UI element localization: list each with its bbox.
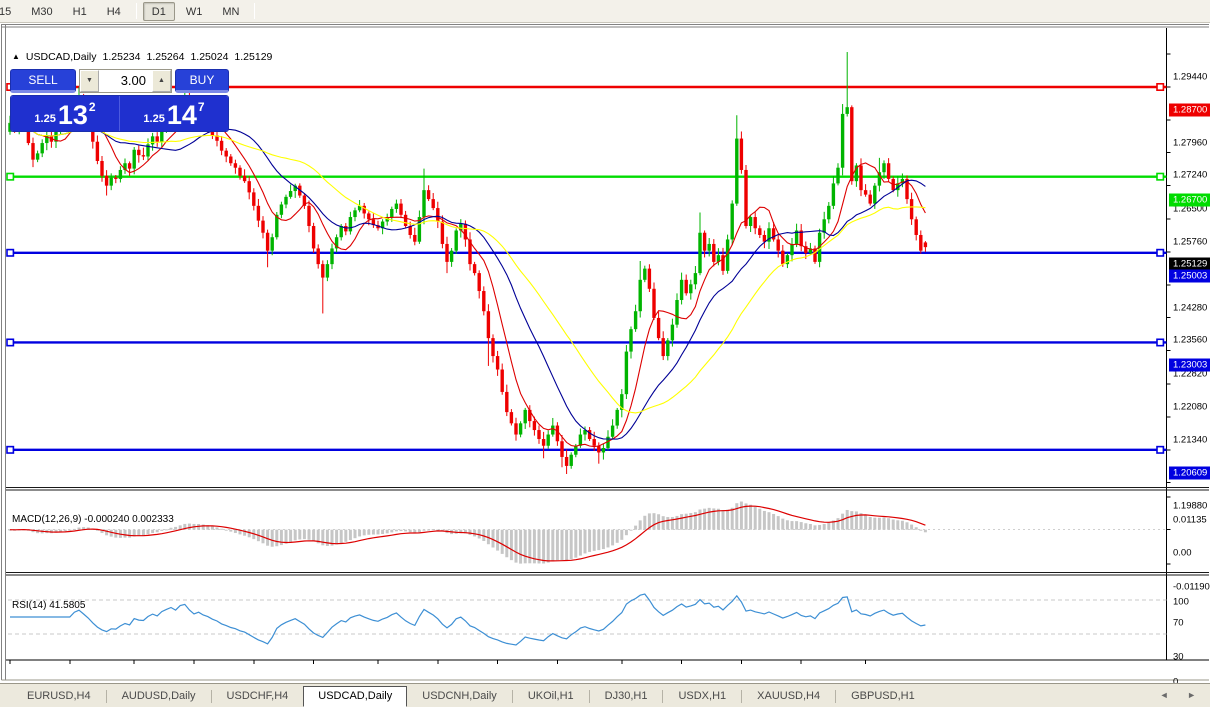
price-axis-tick: 1.27960: [1173, 137, 1208, 149]
timeframe-button-mn[interactable]: MN: [213, 2, 248, 21]
toolbar-separator: [254, 3, 256, 19]
tab-scroll-arrows[interactable]: ◄ ►: [1160, 690, 1204, 700]
collapse-panel-icon[interactable]: ▲: [12, 53, 20, 61]
ask-price-pips: 14: [166, 100, 197, 130]
hline-handle[interactable]: [6, 338, 15, 347]
ohlc-open: 1.25234: [102, 51, 141, 63]
sell-button[interactable]: SELL: [10, 69, 76, 93]
symbol-period-label: USDCAD,Daily: [25, 51, 97, 63]
hline-price-label: 1.25003: [1169, 269, 1210, 283]
hline-price-label: 1.23003: [1169, 358, 1210, 372]
macd-axis-tick: 0.01135: [1173, 514, 1207, 526]
bid-ask-quotes: 1.25 13 2 1.25 14 7: [10, 95, 229, 132]
horizontal-lines[interactable]: [6, 82, 1167, 454]
timeframe-button-d1[interactable]: D1: [142, 1, 175, 21]
ma-8: [9, 110, 926, 448]
timeframe-button-h1[interactable]: H1: [64, 2, 96, 21]
timeframe-button-m30[interactable]: M30: [22, 2, 61, 21]
hline-handle[interactable]: [1156, 172, 1165, 181]
hline-price-label: 1.26700: [1169, 193, 1210, 207]
bid-price-point: 2: [88, 100, 96, 114]
rsi-line: [10, 593, 926, 646]
hline-handle[interactable]: [1156, 248, 1165, 257]
chart-window: ▲ USDCAD,Daily 1.25234 1.25264 1.25024 1…: [0, 23, 1210, 697]
hline-handle[interactable]: [6, 248, 15, 257]
rsi-axis-tick: 70: [1173, 617, 1184, 629]
price-axis-tick: 1.19880: [1173, 500, 1208, 512]
volume-control: ▼ 3.00 ▲: [79, 69, 172, 93]
price-axis-tick: 1.22080: [1173, 401, 1208, 413]
timeframe-button-w1[interactable]: W1: [177, 2, 212, 21]
hline-handle[interactable]: [1156, 445, 1165, 454]
rsi-axis-tick: 30: [1173, 651, 1184, 663]
chart-tab-usdchf[interactable]: USDCHF,H4: [212, 686, 304, 707]
chart-tab-usdx[interactable]: USDX,H1: [663, 686, 741, 707]
rsi-indicator-label: RSI(14) 41.5805: [12, 600, 86, 611]
hline-handle[interactable]: [1156, 338, 1165, 347]
macd-axis-tick: -0.01190: [1173, 581, 1210, 593]
ask-price-point: 7: [197, 100, 205, 114]
timeframe-button-h4[interactable]: H4: [98, 2, 130, 21]
price-axis-tick: 1.23560: [1173, 334, 1208, 346]
one-click-trading-panel: SELL ▼ 3.00 ▲ BUY 1.25 13 2 1.25 14 7: [10, 69, 229, 132]
chart-tab-usdcad[interactable]: USDCAD,Daily: [303, 686, 408, 707]
buy-button[interactable]: BUY: [175, 69, 229, 93]
chart-tab-usdcnh[interactable]: USDCNH,Daily: [407, 686, 512, 707]
price-axis-tick: 1.21340: [1173, 434, 1208, 446]
macd-indicator-label: MACD(12,26,9) -0.000240 0.002333: [12, 514, 174, 525]
mt4-window: 15 M30 H1 H4 D1 W1 MN ▲ USDCAD,Daily 1.25234 1…: [0, 0, 1210, 707]
bid-price-major: 1.25: [34, 113, 56, 125]
chart-tab-ukoil[interactable]: UKOil,H1: [513, 686, 589, 707]
price-axis-tick: 1.27240: [1173, 169, 1208, 181]
chart-tab-xauusd[interactable]: XAUUSD,H4: [742, 686, 835, 707]
price-axis-tick: 1.25760: [1173, 236, 1208, 248]
volume-increase-button[interactable]: ▲: [152, 70, 171, 92]
rsi-axis-tick: 100: [1173, 596, 1189, 608]
ohlc-close: 1.25129: [234, 51, 273, 63]
chart-tab-eurusd[interactable]: EURUSD,H4: [12, 686, 106, 707]
price-axis-tick: 1.29440: [1173, 71, 1208, 83]
volume-decrease-button[interactable]: ▼: [80, 70, 99, 92]
chart-tab-audusd[interactable]: AUDUSD,Daily: [107, 686, 211, 707]
ohlc-high: 1.25264: [146, 51, 185, 63]
price-axis-tick: 1.24280: [1173, 302, 1208, 314]
chart-tab-gbpusd[interactable]: GBPUSD,H1: [836, 686, 930, 707]
bid-price[interactable]: 1.25 13 2: [11, 96, 120, 131]
hline-price-label: 1.28700: [1169, 103, 1210, 117]
timeframe-toolbar: 15 M30 H1 H4 D1 W1 MN: [0, 0, 1210, 23]
hline-handle[interactable]: [1156, 82, 1165, 91]
hline-price-label: 1.20609: [1169, 466, 1210, 480]
ma-20: [9, 120, 926, 440]
hline-handle[interactable]: [6, 172, 15, 181]
volume-input[interactable]: 3.00: [99, 70, 152, 92]
moving-average-lines: [9, 110, 926, 448]
hline-handle[interactable]: [6, 445, 15, 454]
macd-axis-tick: 0.00: [1173, 547, 1192, 559]
chart-title: ▲ USDCAD,Daily 1.25234 1.25264 1.25024 1…: [12, 51, 272, 63]
ask-price[interactable]: 1.25 14 7: [120, 96, 228, 131]
bid-price-pips: 13: [57, 100, 88, 130]
ohlc-low: 1.25024: [190, 51, 229, 63]
toolbar-separator: [135, 3, 137, 19]
chart-tabs-bar: EURUSD,H4 AUDUSD,Daily USDCHF,H4 USDCAD,Dai…: [0, 683, 1210, 707]
chart-tab-dj30[interactable]: DJ30,H1: [590, 686, 663, 707]
timeframe-button-15[interactable]: 15: [0, 2, 20, 21]
ma-34: [9, 120, 926, 414]
ask-price-major: 1.25: [143, 113, 165, 125]
